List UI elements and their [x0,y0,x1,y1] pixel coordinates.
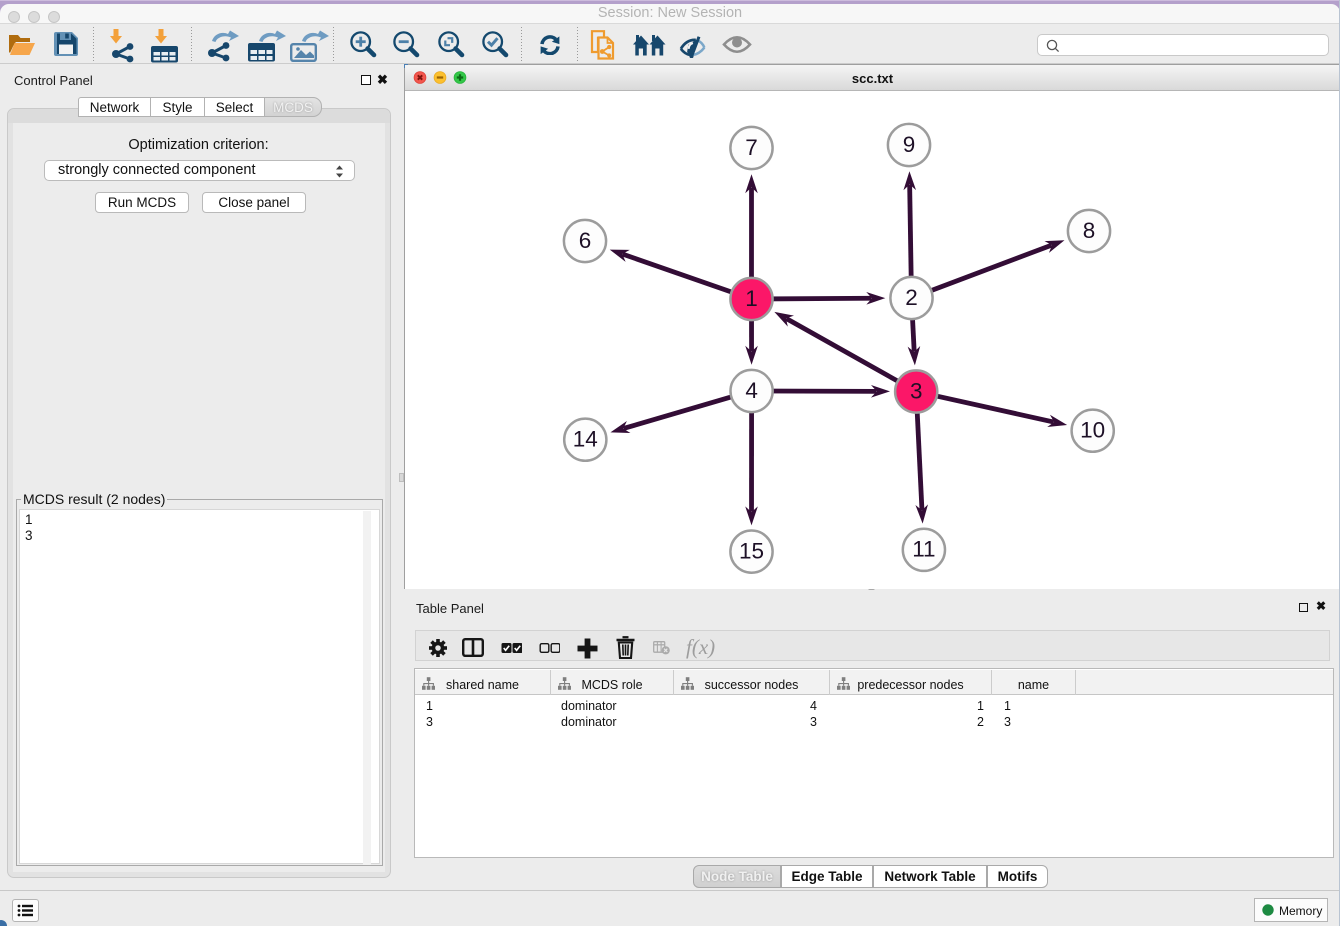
svg-text:11: 11 [912,537,935,562]
svg-text:7: 7 [745,135,758,160]
svg-text:14: 14 [573,427,598,452]
svg-text:2: 2 [905,285,918,310]
svg-text:1: 1 [745,286,758,311]
svg-text:3: 3 [910,378,923,403]
svg-text:15: 15 [739,539,764,564]
svg-text:6: 6 [579,228,592,253]
svg-text:8: 8 [1083,218,1096,243]
svg-text:4: 4 [745,378,758,403]
svg-text:10: 10 [1080,418,1105,443]
svg-text:9: 9 [903,132,916,157]
